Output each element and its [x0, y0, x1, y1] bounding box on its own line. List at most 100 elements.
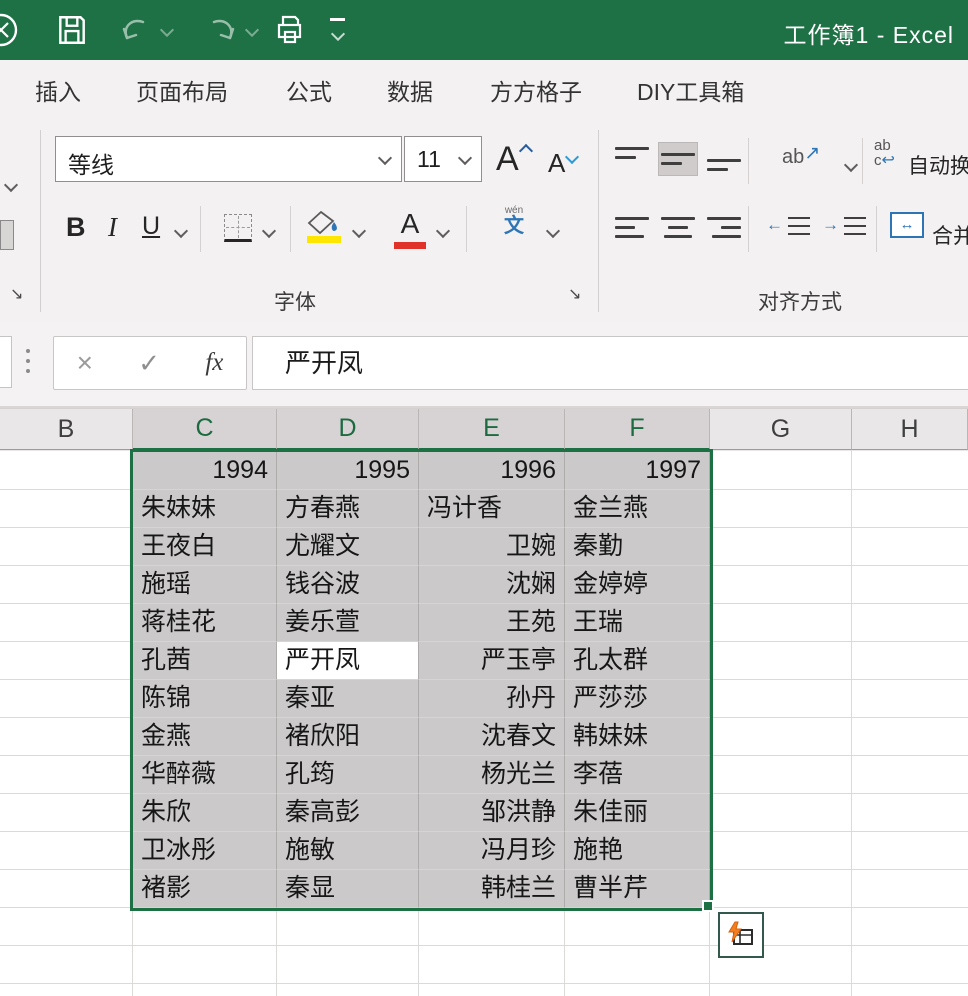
tab-fangfang-gezi[interactable]: 方方格子 [490, 73, 582, 107]
align-right-button[interactable] [704, 212, 744, 246]
decrease-indent-button[interactable]: ← [766, 212, 812, 240]
align-top-button[interactable] [612, 142, 652, 176]
cell[interactable]: 曹半芹 [565, 870, 710, 908]
cell[interactable]: 褚欣阳 [277, 718, 419, 756]
font-color-dropdown-icon[interactable] [436, 224, 450, 238]
cell[interactable]: 1996 [419, 452, 565, 490]
cell[interactable]: 金燕 [133, 718, 277, 756]
column-header-b[interactable]: B [0, 409, 133, 450]
increase-font-size-button[interactable]: A [496, 140, 529, 179]
cell[interactable]: 孔茜 [133, 642, 277, 680]
font-name-combobox[interactable]: 等线 [55, 136, 402, 182]
cell[interactable]: 孙丹 [419, 680, 565, 718]
decrease-font-size-button[interactable]: A [548, 148, 575, 179]
quick-analysis-button[interactable] [718, 912, 764, 958]
italic-button[interactable]: I [108, 212, 117, 243]
cell[interactable]: 卫婉 [419, 528, 565, 566]
cell[interactable]: 施艳 [565, 832, 710, 870]
column-header-e[interactable]: E [419, 409, 565, 450]
tab-insert[interactable]: 插入 [35, 73, 81, 107]
orientation-button[interactable]: ab↗ [782, 146, 820, 169]
cell[interactable]: 金兰燕 [565, 490, 710, 528]
borders-button[interactable] [224, 214, 252, 242]
font-dialog-launcher-icon[interactable]: ↘ [568, 284, 581, 304]
cell[interactable]: 施瑶 [133, 566, 277, 604]
tab-page-layout[interactable]: 页面布局 [136, 73, 228, 107]
cell[interactable]: 王夜白 [133, 528, 277, 566]
chevron-down-icon[interactable] [378, 151, 392, 165]
print-preview-icon[interactable] [272, 13, 306, 47]
column-header-h[interactable]: H [852, 409, 968, 450]
wrap-text-button[interactable]: ab c↩ [874, 138, 895, 169]
cell[interactable]: 韩妹妹 [565, 718, 710, 756]
tab-diy-toolbox[interactable]: DIY工具箱 [637, 73, 744, 107]
cell[interactable]: 秦亚 [277, 680, 419, 718]
cell[interactable]: 1997 [565, 452, 710, 490]
cell[interactable]: 孔筠 [277, 756, 419, 794]
fill-handle[interactable] [702, 900, 714, 912]
confirm-icon[interactable]: ✓ [138, 348, 160, 379]
cell[interactable]: 王苑 [419, 604, 565, 642]
column-header-g[interactable]: G [710, 409, 852, 450]
underline-button[interactable]: U [142, 212, 160, 241]
align-bottom-button[interactable] [704, 142, 744, 176]
cell[interactable]: 金婷婷 [565, 566, 710, 604]
chevron-down-icon[interactable] [458, 151, 472, 165]
save-icon[interactable] [55, 13, 89, 47]
cell[interactable]: 王瑞 [565, 604, 710, 642]
merge-center-button[interactable]: ↔ [890, 212, 924, 238]
cell[interactable]: 秦显 [277, 870, 419, 908]
cell[interactable]: 邹洪静 [419, 794, 565, 832]
fill-color-button[interactable] [306, 210, 342, 241]
cell[interactable]: 华醉薇 [133, 756, 277, 794]
cell[interactable]: 沈娴 [419, 566, 565, 604]
cell[interactable]: 孔太群 [565, 642, 710, 680]
cell[interactable]: 朱佳丽 [565, 794, 710, 832]
cell[interactable]: 蒋桂花 [133, 604, 277, 642]
cell[interactable]: 韩桂兰 [419, 870, 565, 908]
undo-dropdown-icon[interactable] [160, 23, 174, 37]
formula-bar-drag-dots-icon[interactable] [26, 349, 30, 373]
cell[interactable]: 杨光兰 [419, 756, 565, 794]
align-middle-button[interactable] [658, 142, 698, 176]
font-color-button[interactable]: A [394, 208, 426, 240]
align-center-button[interactable] [658, 212, 698, 246]
increase-indent-button[interactable]: → [822, 212, 868, 240]
merge-center-label[interactable]: 合并后居中 [932, 220, 968, 250]
redo-dropdown-icon[interactable] [245, 23, 259, 37]
insert-function-icon[interactable]: fx [205, 349, 223, 377]
cell[interactable]: 施敏 [277, 832, 419, 870]
name-box-remnant[interactable] [0, 336, 12, 388]
cell[interactable]: 方春燕 [277, 490, 419, 528]
tab-formulas[interactable]: 公式 [286, 73, 332, 107]
redo-icon[interactable] [203, 13, 239, 47]
paste-dropdown-icon[interactable] [4, 178, 18, 192]
cell[interactable]: 沈春文 [419, 718, 565, 756]
cell[interactable]: 钱谷波 [277, 566, 419, 604]
column-header-f[interactable]: F [565, 409, 710, 450]
formula-input[interactable]: 严开凤 [252, 336, 968, 390]
cell[interactable]: 朱妹妹 [133, 490, 277, 528]
cell[interactable]: 严开凤 [277, 642, 419, 680]
cell[interactable]: 朱欣 [133, 794, 277, 832]
cell[interactable]: 严莎莎 [565, 680, 710, 718]
cell[interactable]: 李蓓 [565, 756, 710, 794]
cancel-icon[interactable]: × [77, 347, 93, 379]
cell[interactable]: 卫冰彤 [133, 832, 277, 870]
cell[interactable]: 尤耀文 [277, 528, 419, 566]
cell[interactable]: 冯计香 [419, 490, 565, 528]
cell[interactable]: 冯月珍 [419, 832, 565, 870]
fill-color-dropdown-icon[interactable] [352, 224, 366, 238]
cell[interactable]: 褚影 [133, 870, 277, 908]
align-left-button[interactable] [612, 212, 652, 246]
borders-dropdown-icon[interactable] [262, 224, 276, 238]
cell[interactable]: 姜乐萱 [277, 604, 419, 642]
cell[interactable]: 秦高彭 [277, 794, 419, 832]
cell[interactable]: 1995 [277, 452, 419, 490]
undo-icon[interactable] [118, 13, 154, 47]
wrap-text-label[interactable]: 自动换行 [908, 150, 968, 180]
tab-data[interactable]: 数据 [387, 73, 433, 107]
phonetic-dropdown-icon[interactable] [546, 224, 560, 238]
bold-button[interactable]: B [66, 212, 86, 243]
cell[interactable]: 1994 [133, 452, 277, 490]
